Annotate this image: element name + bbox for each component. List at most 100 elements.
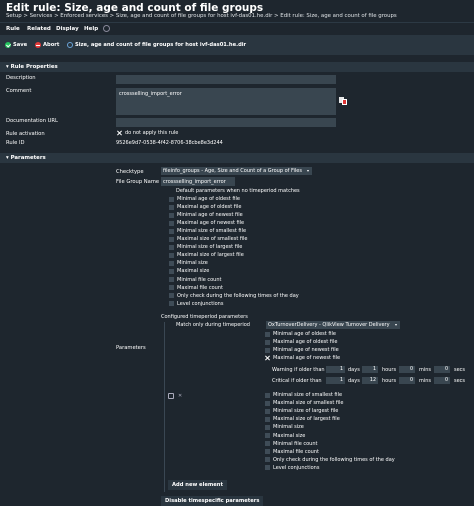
file-group-input[interactable]: crossselling_import_error: [161, 177, 235, 186]
default-param-item[interactable]: Only check during the following times of…: [169, 293, 299, 299]
parameters-label: Parameters: [116, 345, 146, 351]
delete-entry-icon[interactable]: [168, 393, 174, 399]
tp-param-item[interactable]: Minimal age of newest file: [265, 347, 339, 353]
disable-timespecific-button[interactable]: Disable timespecific parameters: [161, 496, 264, 506]
default-param-item[interactable]: Maximal size of largest file: [169, 252, 244, 258]
tp-param-item[interactable]: Maximal size of smallest file: [265, 400, 344, 406]
checkbox[interactable]: [169, 260, 174, 266]
parameters-header[interactable]: ▾ Parameters: [0, 153, 474, 163]
tp-param-item[interactable]: Only check during the following times of…: [265, 457, 395, 463]
circle-minus-icon[interactable]: [103, 25, 110, 32]
checkbox[interactable]: [265, 339, 270, 345]
checkbox[interactable]: [265, 449, 270, 455]
menu-related[interactable]: Related: [27, 26, 51, 32]
default-param-item[interactable]: Maximal age of newest file: [169, 220, 244, 226]
checkbox[interactable]: [265, 465, 270, 471]
default-param-item[interactable]: Maximal file count: [169, 285, 223, 291]
checkbox[interactable]: [169, 204, 174, 210]
checktype-select[interactable]: fileinfo_groups - Age, Size and Count of…: [161, 167, 312, 175]
checkbox[interactable]: [265, 433, 270, 438]
checkbox[interactable]: [169, 220, 174, 226]
checkbox[interactable]: [265, 408, 270, 414]
tp-param-item[interactable]: Minimal size of smallest file: [265, 392, 342, 398]
comment-textarea[interactable]: crossselling_import_error: [116, 88, 336, 115]
default-param-item[interactable]: Minimal file count: [169, 277, 222, 283]
checkbox-checked[interactable]: [265, 356, 270, 361]
add-new-element-button[interactable]: Add new element: [168, 480, 227, 490]
warning-hours-input[interactable]: 1: [362, 366, 378, 373]
close-icon[interactable]: ✕: [178, 393, 182, 399]
default-param-item[interactable]: Minimal size: [169, 260, 208, 266]
rule-properties-title: ▾ Rule Properties: [6, 64, 58, 70]
tp-param-item[interactable]: Minimal size of largest file: [265, 408, 338, 414]
default-param-item[interactable]: Maximal size: [169, 268, 209, 274]
menu-display[interactable]: Display: [56, 26, 79, 32]
default-param-item[interactable]: Level conjunctions: [169, 301, 223, 307]
checkbox[interactable]: [169, 236, 174, 242]
tp-param-item[interactable]: Maximal age of oldest file: [265, 339, 337, 345]
checkbox[interactable]: [265, 441, 270, 447]
tp-param-item[interactable]: Level conjunctions: [265, 465, 319, 471]
critical-days-unit: days: [348, 378, 360, 384]
critical-mins-input[interactable]: 0: [399, 377, 415, 384]
checktype-label: Checktype: [116, 169, 144, 175]
checkbox[interactable]: [265, 400, 270, 406]
default-param-item[interactable]: Maximal age of oldest file: [169, 204, 241, 210]
default-param-item[interactable]: Minimal age of newest file: [169, 212, 243, 218]
clone-icon[interactable]: [339, 97, 347, 105]
default-param-item[interactable]: Minimal size of largest file: [169, 244, 242, 250]
tp-param-item[interactable]: Maximal size: [265, 433, 305, 439]
critical-label: Critical if older than: [272, 378, 322, 384]
checkbox[interactable]: [169, 212, 174, 218]
warning-hours-unit: hours: [382, 367, 397, 373]
checkbox[interactable]: [265, 424, 270, 430]
tp-item-max-age-newest[interactable]: Maximal age of newest file: [265, 355, 340, 361]
checkbox[interactable]: [169, 293, 174, 299]
tp-param-item[interactable]: Maximal size of largest file: [265, 416, 340, 422]
file-group-label: File Group Name: [116, 179, 160, 185]
tp-param-item[interactable]: Maximal file count: [265, 449, 319, 455]
checkbox[interactable]: [265, 331, 270, 337]
info-circle-icon: [67, 42, 73, 48]
rule-properties-header[interactable]: ▾ Rule Properties: [0, 62, 474, 72]
warning-secs-input[interactable]: 0: [434, 366, 450, 373]
checkbox[interactable]: [265, 457, 270, 463]
checkbox[interactable]: [169, 228, 174, 234]
checkbox[interactable]: [169, 252, 174, 258]
default-param-item[interactable]: Minimal age of oldest file: [169, 196, 240, 202]
checkbox[interactable]: [169, 244, 174, 250]
checkbox[interactable]: [169, 301, 174, 307]
warning-days-input[interactable]: 1: [326, 366, 345, 373]
comment-label: Comment: [6, 88, 32, 94]
checkbox[interactable]: [169, 285, 174, 291]
checkbox-checked[interactable]: [117, 131, 122, 136]
breadcrumb[interactable]: Setup > Services > Enforced services > S…: [6, 13, 397, 19]
tp-param-item[interactable]: Minimal age of oldest file: [265, 331, 336, 337]
checkbox[interactable]: [265, 347, 270, 353]
documentation-url-input[interactable]: [116, 118, 336, 127]
menu-rule[interactable]: Rule: [6, 26, 20, 32]
checkbox[interactable]: [169, 268, 174, 274]
checkbox[interactable]: [169, 196, 174, 202]
default-param-item[interactable]: Maximal size of smallest file: [169, 236, 248, 242]
warning-mins-input[interactable]: 0: [399, 366, 415, 373]
critical-days-input[interactable]: 1: [326, 377, 345, 384]
activation-checkbox-row[interactable]: do not apply this rule: [117, 130, 178, 136]
abort-button[interactable]: Abort: [35, 39, 59, 51]
default-param-item[interactable]: Minimal size of smallest file: [169, 228, 246, 234]
checkbox[interactable]: [265, 392, 270, 398]
checkbox[interactable]: [265, 416, 270, 422]
description-input[interactable]: [116, 75, 336, 84]
critical-hours-input[interactable]: 12: [362, 377, 378, 384]
timeperiod-select[interactable]: OxTurnoverDelivery - QlikView Turnover D…: [266, 321, 400, 329]
critical-mins-unit: mins: [419, 378, 432, 384]
tp-param-item[interactable]: Minimal file count: [265, 441, 318, 447]
tp-param-item[interactable]: Minimal size: [265, 424, 304, 430]
critical-secs-unit: secs: [454, 378, 466, 384]
critical-secs-input[interactable]: 0: [434, 377, 450, 384]
menu-help[interactable]: Help: [84, 26, 98, 32]
checkbox[interactable]: [169, 277, 174, 282]
service-link-button[interactable]: Size, age and count of file groups for h…: [67, 39, 246, 51]
toolbar: Save Abort Size, age and count of file g…: [0, 35, 474, 55]
save-button[interactable]: Save: [5, 39, 27, 51]
